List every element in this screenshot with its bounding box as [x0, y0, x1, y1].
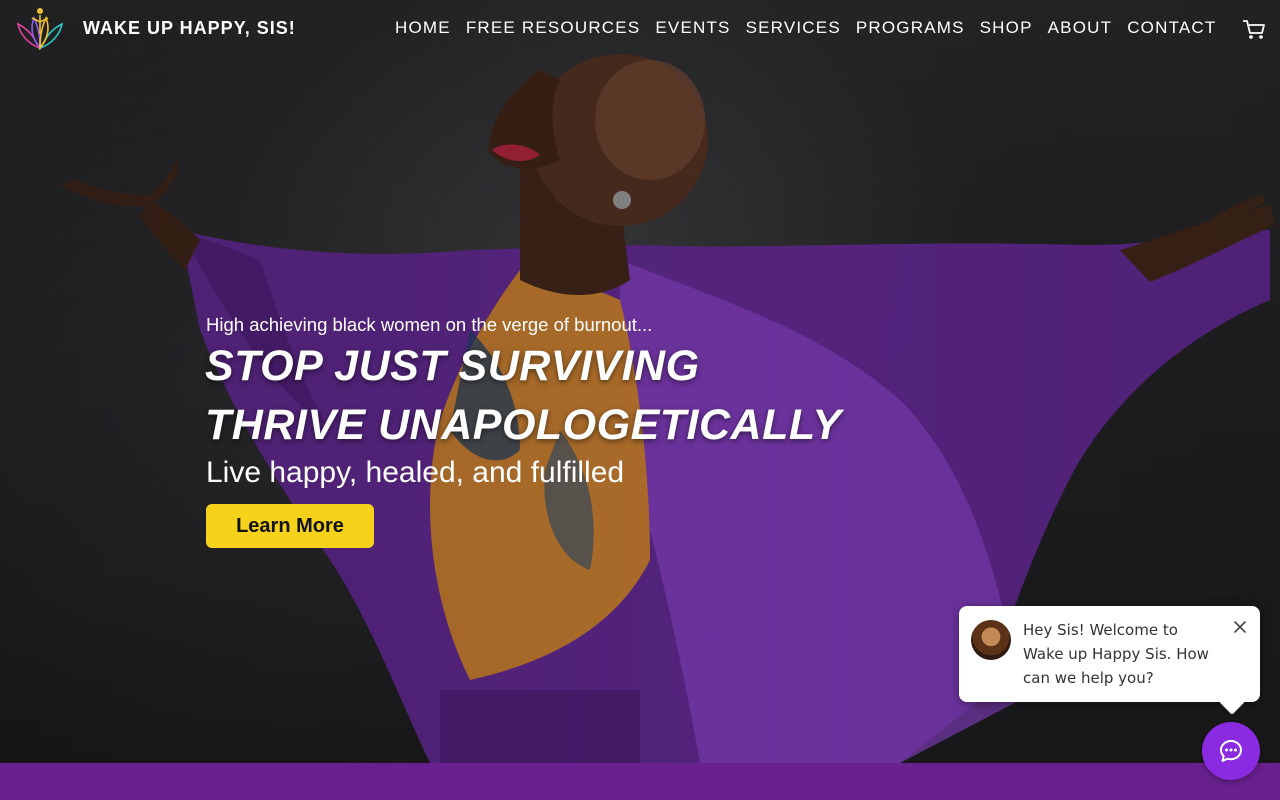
learn-more-button[interactable]: Learn More	[206, 504, 374, 548]
site-header: WAKE UP HAPPY, SIS! HOME FREE RESOURCES …	[0, 0, 1280, 58]
chat-message: Hey Sis! Welcome to Wake up Happy Sis. H…	[1023, 621, 1209, 687]
nav-shop[interactable]: SHOP	[980, 18, 1033, 38]
nav-about[interactable]: ABOUT	[1048, 18, 1113, 38]
site-brand[interactable]: WAKE UP HAPPY, SIS!	[83, 18, 296, 39]
chat-icon	[1220, 740, 1242, 762]
nav-programs[interactable]: PROGRAMS	[856, 18, 965, 38]
chat-greeting-popup[interactable]: Hey Sis! Welcome to Wake up Happy Sis. H…	[959, 606, 1260, 702]
hero-headline-1: STOP JUST SURVIVING	[205, 342, 700, 390]
nav-home[interactable]: HOME	[395, 18, 451, 38]
lotus-figure-icon[interactable]	[14, 4, 66, 52]
nav-contact[interactable]: CONTACT	[1127, 18, 1216, 38]
chat-avatar	[971, 620, 1011, 660]
cart-icon[interactable]	[1242, 18, 1266, 40]
nav-events[interactable]: EVENTS	[655, 18, 730, 38]
nav-services[interactable]: SERVICES	[746, 18, 841, 38]
chat-launcher-button[interactable]	[1202, 722, 1260, 780]
close-icon[interactable]	[1231, 618, 1249, 636]
nav-free-resources[interactable]: FREE RESOURCES	[466, 18, 641, 38]
main-nav: HOME FREE RESOURCES EVENTS SERVICES PROG…	[395, 18, 1217, 38]
hero-subheadline: Live happy, healed, and fulfilled	[206, 456, 625, 489]
hero-eyebrow: High achieving black women on the verge …	[206, 314, 653, 335]
section-band	[0, 763, 1280, 800]
hero-headline-2: THRIVE UNAPOLOGETICALLY	[205, 401, 842, 449]
